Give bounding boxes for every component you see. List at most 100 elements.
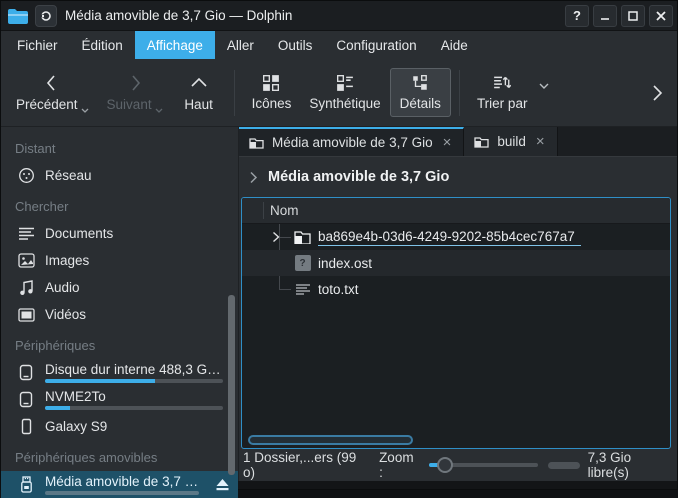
sidebar-item-audio[interactable]: Audio (1, 274, 238, 301)
sidebar-item-disque-interne[interactable]: Disque dur interne 488,3 G… (1, 359, 238, 386)
sidebar-item-images[interactable]: Images (1, 247, 238, 274)
sort-icon (493, 74, 511, 92)
film-icon (17, 308, 35, 322)
free-space-label: 7,3 Gio libre(s) (588, 450, 671, 480)
titlebar[interactable]: Média amovible de 3,7 Gio — Dolphin ? (1, 1, 677, 31)
dolphin-app-icon (7, 7, 29, 25)
hard-drive-icon (17, 391, 35, 408)
chevron-left-icon (42, 73, 62, 93)
maximize-icon (628, 11, 638, 21)
section-distant: Distant (1, 131, 238, 162)
compact-view-icon (336, 74, 354, 92)
network-icon (17, 167, 35, 184)
details-view-icon (411, 74, 429, 92)
file-row-toto-txt[interactable]: toto.txt (242, 276, 670, 302)
chevron-right-icon (125, 73, 145, 93)
zoom-slider[interactable] (429, 457, 538, 473)
icons-view-icon (262, 74, 280, 92)
close-icon (656, 11, 666, 21)
chevron-down-icon[interactable] (538, 82, 550, 90)
back-button[interactable]: Précédent (7, 68, 98, 117)
sidebar-item-media-amovible[interactable]: Média amovible de 3,7 … (1, 471, 238, 498)
statusbar: 1 Dossier,...ers (99 o) Zoom : 7,3 Gio l… (239, 449, 677, 481)
sidebar-item-reseau[interactable]: Réseau (1, 162, 238, 189)
column-nom[interactable]: Nom (242, 203, 299, 218)
icons-view-button[interactable]: Icônes (243, 69, 301, 116)
tab-close-icon[interactable]: × (441, 135, 454, 150)
smartphone-icon (17, 418, 35, 435)
menubar: Fichier Édition Affichage Aller Outils C… (1, 31, 677, 59)
compact-view-button[interactable]: Synthétique (300, 69, 389, 116)
section-peripheriques: Périphériques (1, 328, 238, 359)
tab-bar: Média amovible de 3,7 Gio × build × (239, 127, 677, 157)
disk-usage-bar (45, 406, 223, 410)
sidebar-scrollbar[interactable] (228, 295, 235, 475)
minimize-icon (600, 11, 610, 21)
sidebar-item-nvme2to[interactable]: NVME2To (1, 386, 238, 413)
unknown-file-icon: ? (294, 255, 311, 271)
horizontal-scrollbar[interactable] (246, 435, 666, 445)
toolbar-separator (459, 70, 460, 116)
sort-by-button[interactable]: Trier par (468, 69, 537, 116)
music-note-icon (17, 280, 35, 296)
chevron-right-icon (249, 171, 258, 184)
window-menu-button[interactable] (35, 5, 57, 27)
sidebar-item-videos[interactable]: Vidéos (1, 301, 238, 328)
zoom-slider-handle[interactable] (437, 457, 453, 473)
free-space-bar (548, 462, 580, 469)
header-divider (263, 202, 264, 219)
sidebar-item-documents[interactable]: Documents (1, 220, 238, 247)
file-name[interactable]: toto.txt (318, 282, 359, 297)
section-chercher: Chercher (1, 189, 238, 220)
image-icon (17, 253, 35, 268)
maximize-button[interactable] (621, 5, 645, 27)
menu-outils[interactable]: Outils (266, 31, 325, 59)
forward-button[interactable]: Suivant (98, 68, 172, 117)
toolbar: Précédent Suivant Haut Icônes (1, 59, 677, 127)
minimize-button[interactable] (593, 5, 617, 27)
sidebar-item-galaxy-s9[interactable]: Galaxy S9 (1, 413, 238, 440)
eject-button[interactable] (215, 478, 230, 491)
disk-usage-bar (45, 491, 199, 495)
chevron-down-icon (81, 108, 89, 114)
help-button[interactable]: ? (565, 5, 589, 27)
column-header[interactable]: Nom (242, 198, 670, 224)
scrollbar-handle[interactable] (248, 435, 413, 445)
menu-fichier[interactable]: Fichier (5, 31, 70, 59)
menu-edition[interactable]: Édition (70, 31, 135, 59)
breadcrumb-location[interactable]: Média amovible de 3,7 Gio (268, 169, 449, 185)
zoom-label: Zoom : (379, 450, 419, 480)
items-summary: 1 Dossier,...ers (99 o) (243, 450, 365, 480)
expander-icon[interactable] (272, 231, 280, 243)
section-peripheriques-amovibles: Périphériques amovibles (1, 440, 238, 471)
lens-icon (40, 10, 52, 22)
menu-aide[interactable]: Aide (429, 31, 480, 59)
document-lines-icon (17, 226, 35, 241)
text-file-icon (294, 283, 311, 296)
details-view-button[interactable]: Détails (390, 68, 451, 117)
hard-drive-icon (17, 364, 35, 381)
tab-close-icon[interactable]: × (534, 134, 547, 149)
file-row-index-ost[interactable]: ? index.ost (242, 250, 670, 276)
menu-affichage[interactable]: Affichage (135, 31, 215, 59)
tab-media-amovible[interactable]: Média amovible de 3,7 Gio × (239, 127, 464, 156)
up-button[interactable]: Haut (172, 68, 226, 117)
file-row-folder[interactable]: ba869e4b-03d6-4249-9202-85b4cec767a7 (242, 224, 670, 250)
close-button[interactable] (649, 5, 673, 27)
usb-stick-icon (17, 476, 35, 493)
file-name[interactable]: ba869e4b-03d6-4249-9202-85b4cec767a7 (318, 229, 581, 246)
window-title: Média amovible de 3,7 Gio — Dolphin (65, 8, 565, 23)
file-name[interactable]: index.ost (318, 256, 372, 271)
dolphin-window: Média amovible de 3,7 Gio — Dolphin ? Fi… (0, 0, 678, 490)
toolbar-overflow-icon[interactable] (651, 84, 663, 102)
places-panel: Distant Réseau Chercher Documents Images (1, 127, 239, 481)
menu-configuration[interactable]: Configuration (324, 31, 428, 59)
menu-aller[interactable]: Aller (215, 31, 266, 59)
tab-build[interactable]: build × (464, 127, 557, 156)
folder-icon (249, 137, 264, 149)
file-view[interactable]: Nom ba869e4b-03d6-4249-9202-85b4cec767a7 (241, 197, 671, 449)
disk-usage-bar (45, 379, 223, 383)
breadcrumb[interactable]: Média amovible de 3,7 Gio (239, 157, 677, 197)
toolbar-separator (234, 70, 235, 116)
folder-icon (294, 230, 311, 244)
